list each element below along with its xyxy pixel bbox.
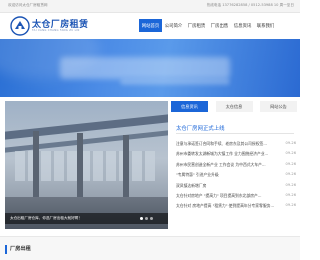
- slider-dots: [140, 217, 153, 220]
- news-title[interactable]: 注意与承诺签订合同和手续、老房东及其公司授权签...: [176, 141, 276, 147]
- site-header: 太仓厂房租赁 TAI CANG CHANG FANG ZU LIN 网站首页 公…: [0, 13, 300, 39]
- nav-item-news[interactable]: 信息资讯: [231, 19, 254, 32]
- list-item[interactable]: 注意与承诺签订合同和手续、老房东及其公司授权签... 09-26: [176, 139, 296, 149]
- tab-news[interactable]: 信息资讯: [171, 101, 208, 112]
- list-item[interactable]: 太仓针对 房地产提高 "租赁力" 使到提高年分专家零服务... 09-26: [176, 201, 296, 211]
- news-date: 09-26: [285, 172, 296, 177]
- slider-caption-text: 太仓出租厂房仓库，你选厂房出租大就好啊！: [10, 216, 82, 220]
- tab-announcements[interactable]: 网站公告: [260, 101, 297, 112]
- news-title[interactable]: 太仓针对房地产 "提高力" 项目提高到东北部房产...: [176, 193, 276, 199]
- section-header-rent: 厂房出租: [0, 236, 300, 260]
- site-logo[interactable]: 太仓厂房租赁 TAI CANG CHANG FANG ZU LIN: [10, 16, 90, 36]
- logo-subtitle: TAI CANG CHANG FANG ZU LIN: [32, 29, 80, 32]
- news-title[interactable]: "专属特惠" 引进产业升级: [176, 172, 276, 178]
- warehouse-column: [123, 135, 129, 201]
- news-date: 09-26: [285, 182, 296, 187]
- logo-mark-icon: [10, 16, 30, 36]
- list-item[interactable]: 苏州市民营创造全新产业 工作会议 为中西式大车产... 09-26: [176, 160, 296, 170]
- warehouse-column: [33, 131, 39, 201]
- nav-item-sale[interactable]: 厂房出售: [208, 19, 231, 32]
- list-item[interactable]: "专属特惠" 引进产业升级 09-26: [176, 170, 296, 180]
- news-date: 09-26: [285, 151, 296, 156]
- section-title[interactable]: 厂房出租: [10, 245, 31, 252]
- news-date: 09-26: [285, 161, 296, 166]
- hero-banner: [0, 39, 300, 97]
- nav-item-about[interactable]: 公司简介: [162, 19, 185, 32]
- list-item[interactable]: 苏州市委转发太湖新城为大镇工作 全力围绕经济产业... 09-26: [176, 149, 296, 159]
- banner-blurred-text: [60, 57, 230, 79]
- section-accent: [5, 245, 7, 254]
- nav-item-home[interactable]: 网站首页: [139, 19, 162, 32]
- warehouse-column: [77, 133, 83, 201]
- slider-dot[interactable]: [140, 217, 143, 220]
- main-nav: 网站首页 公司简介 厂房租赁 厂房出售 信息资讯 联系我们: [139, 19, 277, 32]
- news-date: 09-26: [285, 192, 296, 197]
- slider-image[interactable]: [5, 101, 168, 229]
- news-title[interactable]: 苏州市民营创造全新产业 工作会议 为中西式大车产...: [176, 162, 276, 168]
- slider-dot[interactable]: [145, 217, 148, 220]
- list-item[interactable]: 双凤镇达新增厂房 09-26: [176, 181, 296, 191]
- welcome-text: 欢迎访问太仓厂房租赁网: [8, 3, 48, 7]
- divider: [176, 133, 294, 134]
- slider-dot[interactable]: [150, 217, 153, 220]
- contact-hotline: 热线电话 13776282858 / 0512-53988 10 周一至日: [206, 3, 294, 7]
- news-date: 09-26: [285, 203, 296, 208]
- nav-item-rent[interactable]: 厂房租赁: [185, 19, 208, 32]
- tab-local-info[interactable]: 太仓信息: [215, 101, 253, 112]
- news-title[interactable]: 太仓针对 房地产提高 "租赁力" 使到提高年分专家零服务...: [176, 203, 276, 209]
- featured-news-title[interactable]: 太仓厂房网正式上线: [176, 124, 225, 132]
- banner-blurred-subtext: [120, 79, 230, 85]
- news-title[interactable]: 双凤镇达新增厂房: [176, 183, 276, 189]
- news-list: 注意与承诺签订合同和手续、老房东及其公司授权签... 09-26 苏州市委转发太…: [176, 139, 296, 212]
- nav-item-contact[interactable]: 联系我们: [254, 19, 277, 32]
- news-title[interactable]: 苏州市委转发太湖新城为大镇工作 全力围绕经济产业...: [176, 151, 276, 157]
- top-bar: 欢迎访问太仓厂房租赁网 热线电话 13776282858 / 0512-5398…: [0, 0, 300, 13]
- news-date: 09-26: [285, 141, 296, 145]
- news-tabs: 信息资讯 太仓信息 网站公告: [171, 101, 297, 112]
- list-item[interactable]: 太仓针对房地产 "提高力" 项目提高到东北部房产... 09-26: [176, 191, 296, 201]
